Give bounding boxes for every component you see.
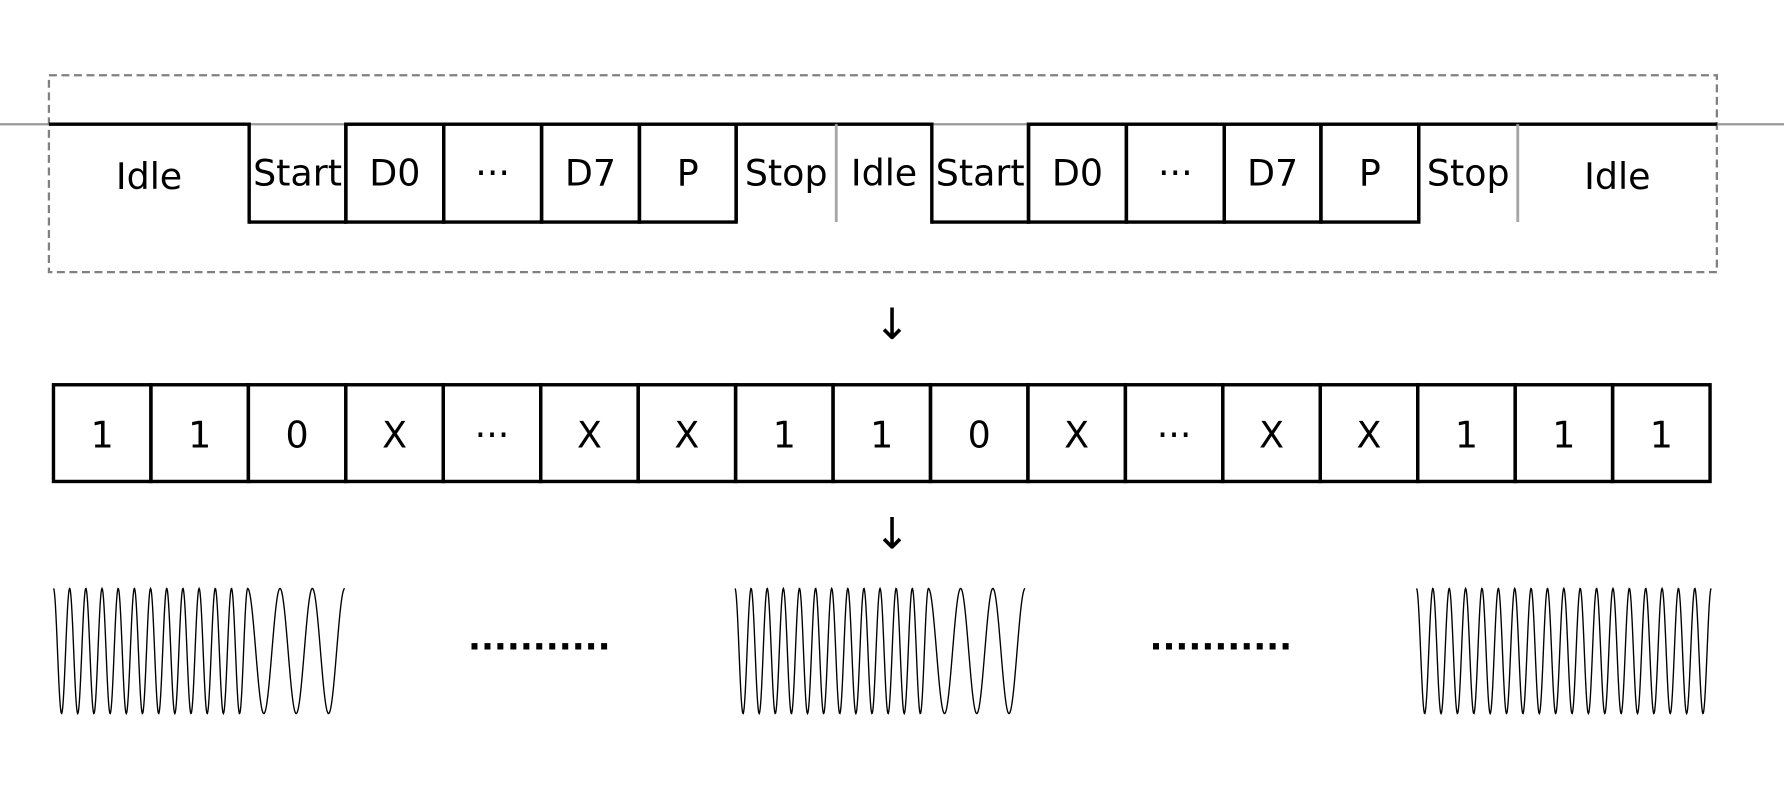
segment-label: Idle [851,152,917,195]
bit-value: X [1259,413,1284,456]
fsk-waveform [1415,586,1712,716]
fsk-waveform [52,586,346,716]
segment-label: D0 [1052,152,1103,195]
fsk-waveform [734,586,1026,716]
segment-label: D0 [369,152,420,195]
bit-value: 1 [1455,413,1478,456]
bit-value: X [1357,413,1382,456]
bit-value: X [577,413,602,456]
bit-value: 1 [1650,413,1673,456]
segment-label: Start [936,152,1025,195]
segment-label: P [1359,152,1381,195]
bit-value: X [1064,413,1089,456]
bit-value: 1 [773,413,796,456]
segment-label: Stop [1427,152,1510,195]
arrow-down-icon: ↓ [874,300,910,350]
segment-label: P [677,152,699,195]
bit-value: X [674,413,699,456]
segment-label: D7 [565,152,616,195]
bit-value: 1 [870,413,893,456]
bit-value: ··· [1157,413,1192,456]
bit-value: ··· [475,413,510,456]
gap-ellipsis: ··········· [1150,627,1293,667]
segment-label: ··· [1158,152,1193,195]
bit-value: 0 [968,413,991,456]
arrow-down-icon: ↓ [874,510,910,560]
uart-fsk-diagram: Idle Start D0 ··· D7 P Stop Idle Start D0 ··· D7 P St… [0,74,1784,716]
fsk-waveforms [52,586,1712,716]
segment-label: Stop [745,152,828,195]
bit-value: 0 [286,413,309,456]
segment-label: D7 [1247,152,1298,195]
bit-sequence: 1 1 0 X ··· X X 1 1 0 X ··· X X 1 1 1 [51,383,1712,484]
segment-label: ··· [475,152,510,195]
bit-value: X [382,413,407,456]
bit-value: 1 [91,413,114,456]
bit-value: 1 [188,413,211,456]
gap-ellipsis: ··········· [468,627,611,667]
bit-value: 1 [1552,413,1575,456]
segment-label: Idle [116,155,182,198]
segment-label: Idle [1584,155,1650,198]
segment-label: Start [253,152,342,195]
uart-frame: Idle Start D0 ··· D7 P Stop Idle Start D0 ··· D7 P St… [48,122,1717,224]
